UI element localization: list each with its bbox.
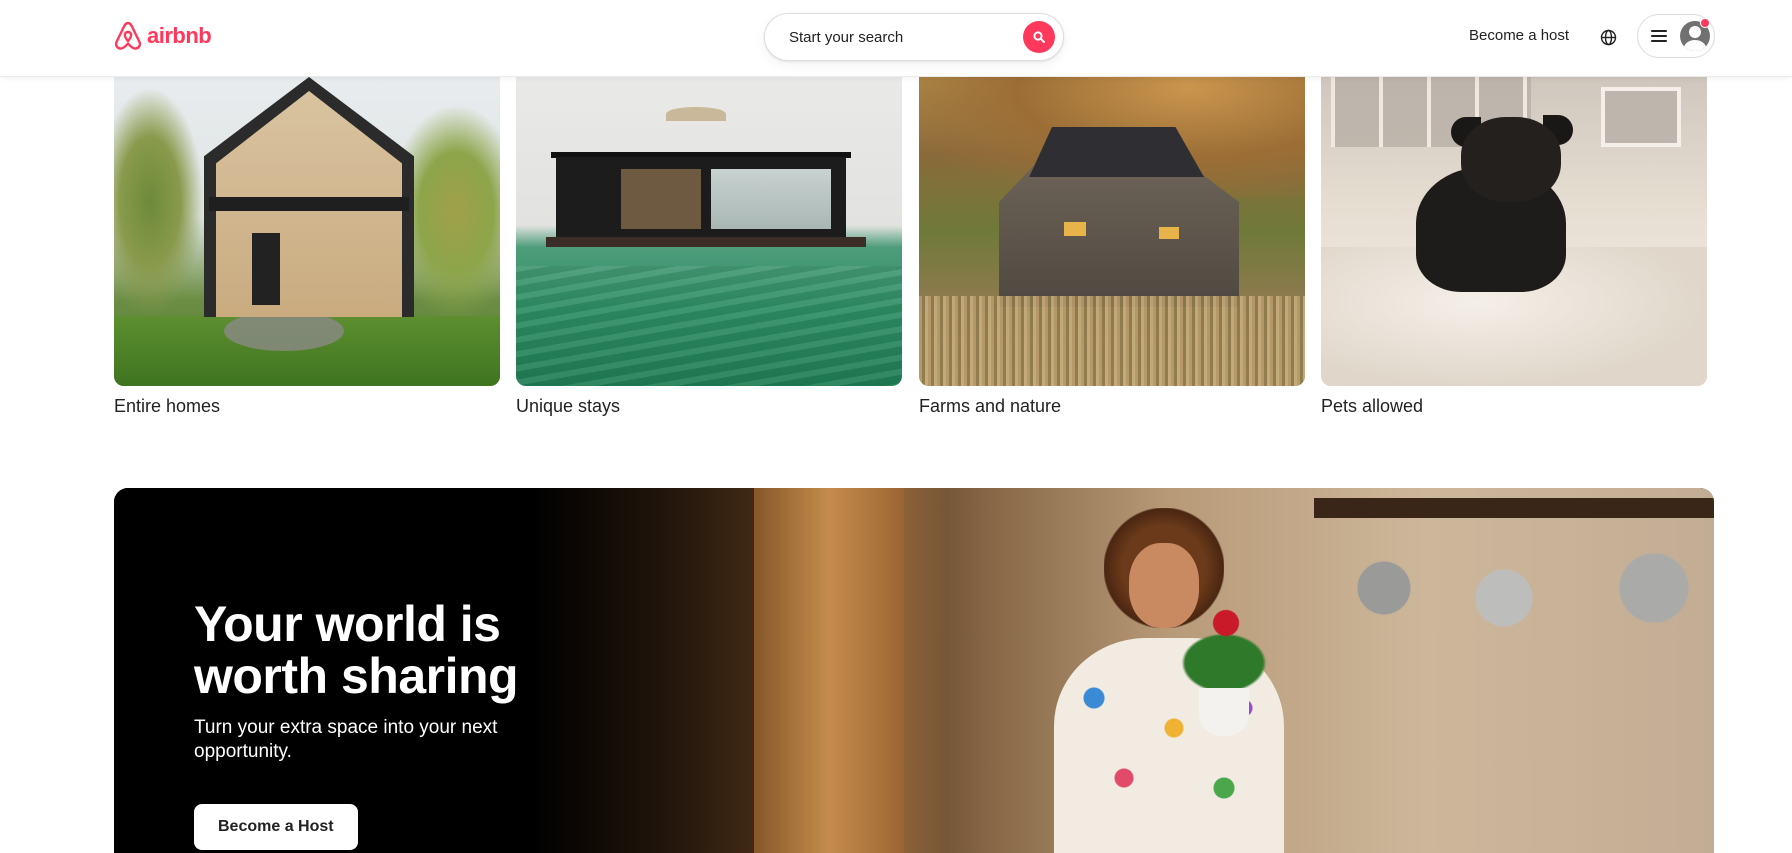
search-button[interactable] — [1023, 21, 1055, 53]
notification-dot — [1700, 18, 1710, 28]
language-button[interactable] — [1597, 26, 1619, 48]
banner-title-line-2: worth sharing — [194, 648, 519, 704]
search-placeholder: Start your search — [789, 28, 904, 46]
category-card-farms-and-nature[interactable]: Farms and nature — [919, 77, 1305, 417]
category-card-unique-stays[interactable]: Unique stays — [516, 77, 902, 417]
search-icon — [1033, 31, 1045, 43]
banner-subtitle: Turn your extra space into your next opp… — [194, 717, 498, 762]
category-label: Entire homes — [114, 396, 221, 416]
unique-stays-photo — [516, 77, 902, 386]
banner-pans-detail — [1354, 528, 1694, 668]
banner-title-line-1: Your world is — [194, 596, 501, 652]
logo-wordmark: airbnb — [147, 23, 212, 48]
pets-allowed-photo — [1321, 77, 1707, 386]
banner-plant — [1174, 608, 1274, 738]
category-cards: Entire homes Unique stays Farms and natu… — [114, 77, 1708, 417]
category-card-entire-homes[interactable]: Entire homes — [114, 77, 500, 417]
banner-shelf-detail — [1314, 498, 1714, 518]
category-label: Unique stays — [516, 396, 621, 416]
category-card-pets-allowed[interactable]: Pets allowed — [1321, 77, 1707, 417]
airbnb-logo[interactable]: airbnb — [113, 20, 212, 52]
host-promo-banner: Your world is worth sharing Turn your ex… — [114, 488, 1714, 853]
airbnb-logo-icon — [114, 21, 142, 50]
menu-icon — [1651, 30, 1667, 42]
banner-content: Your world is worth sharing Turn your ex… — [194, 598, 594, 850]
category-label: Pets allowed — [1321, 396, 1424, 416]
category-label: Farms and nature — [919, 396, 1062, 416]
farms-and-nature-photo — [919, 77, 1305, 386]
become-a-host-button[interactable]: Become a Host — [194, 804, 358, 850]
become-a-host-link[interactable]: Become a host — [1469, 27, 1569, 44]
banner-door-detail — [754, 488, 904, 853]
profile-menu-button[interactable] — [1637, 14, 1715, 58]
entire-homes-photo — [114, 77, 500, 386]
search-bar[interactable]: Start your search — [764, 13, 1064, 61]
top-header: airbnb Start your search Become a host — [0, 0, 1792, 77]
banner-title: Your world is worth sharing — [194, 598, 594, 702]
globe-icon — [1600, 29, 1616, 45]
